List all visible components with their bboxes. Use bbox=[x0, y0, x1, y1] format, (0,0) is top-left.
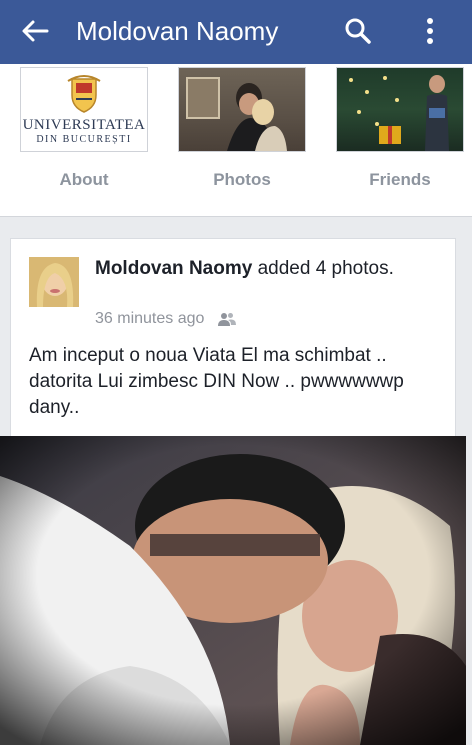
about-thumbnail: UNIVERSITATEA DIN BUCUREȘTI bbox=[20, 67, 148, 152]
post-meta: 36 minutes ago bbox=[95, 310, 237, 328]
profile-tiles: UNIVERSITATEA DIN BUCUREȘTI About Photos bbox=[0, 64, 472, 217]
post-header: Moldovan Naomy added 4 photos. bbox=[95, 256, 445, 282]
university-subname: DIN BUCUREȘTI bbox=[36, 134, 132, 145]
post-photo-image bbox=[0, 436, 466, 745]
search-icon bbox=[345, 18, 371, 44]
post-action: added 4 photos. bbox=[257, 258, 394, 279]
friends-thumbnail-image bbox=[349, 75, 449, 151]
friends-thumbnail bbox=[336, 67, 464, 152]
audience-button[interactable] bbox=[218, 312, 237, 326]
back-arrow-icon bbox=[22, 20, 49, 42]
post-author[interactable]: Moldovan Naomy bbox=[95, 258, 252, 279]
app-bar: Moldovan Naomy bbox=[0, 0, 472, 64]
friends-icon bbox=[218, 313, 237, 326]
university-crest-icon bbox=[67, 75, 101, 113]
page-title: Moldovan Naomy bbox=[76, 16, 279, 46]
tab-photos[interactable]: Photos bbox=[178, 67, 306, 190]
back-button[interactable] bbox=[18, 14, 52, 48]
post-card: Moldovan Naomy added 4 photos. 36 minute… bbox=[10, 238, 456, 439]
post-text: Am inceput o noua Viata El ma schimbat .… bbox=[29, 345, 404, 418]
tab-about-label: About bbox=[59, 170, 109, 189]
post-photo[interactable] bbox=[0, 436, 466, 745]
tab-friends[interactable]: Friends bbox=[336, 67, 464, 190]
tab-photos-label: Photos bbox=[213, 170, 271, 189]
photos-thumbnail bbox=[178, 67, 306, 152]
avatar[interactable] bbox=[29, 257, 79, 307]
university-name: UNIVERSITATEA bbox=[22, 117, 146, 133]
search-button[interactable] bbox=[340, 13, 376, 49]
avatar-image bbox=[29, 257, 79, 307]
post-timestamp[interactable]: 36 minutes ago bbox=[95, 310, 204, 328]
more-vertical-icon bbox=[427, 18, 433, 44]
tab-friends-label: Friends bbox=[369, 170, 431, 189]
photos-thumbnail-image bbox=[186, 77, 287, 151]
tab-about[interactable]: UNIVERSITATEA DIN BUCUREȘTI About bbox=[20, 67, 148, 190]
more-options-button[interactable] bbox=[414, 13, 446, 49]
